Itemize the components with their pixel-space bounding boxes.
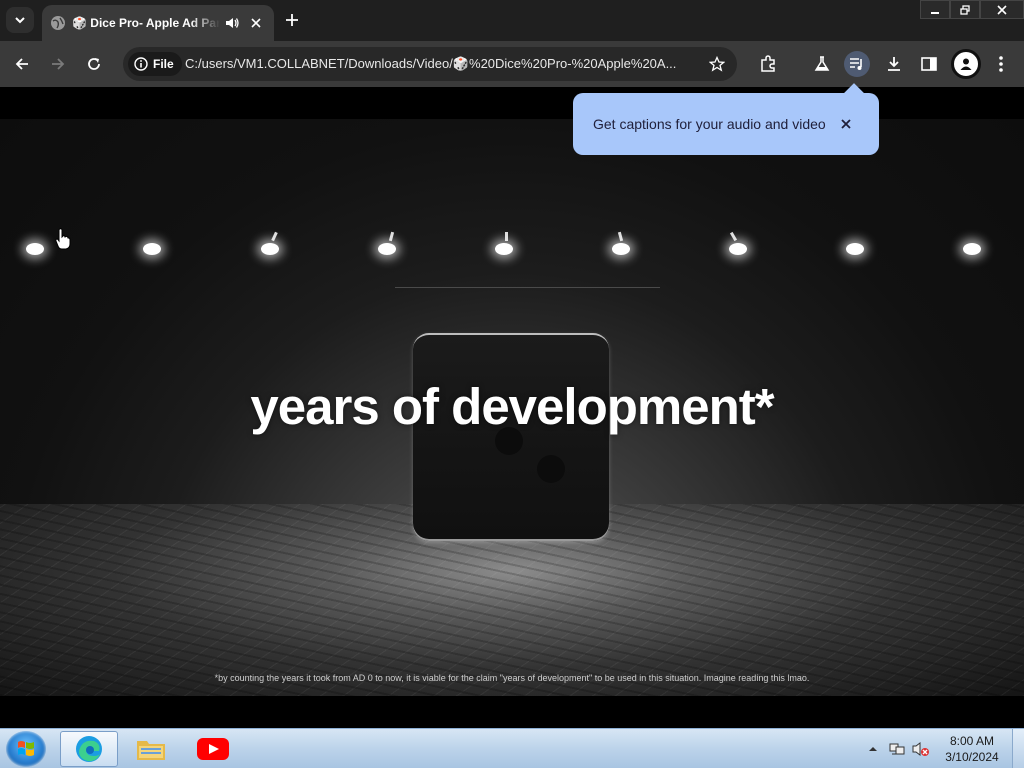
info-icon: [134, 57, 148, 71]
taskbar: 8:00 AM 3/10/2024: [0, 728, 1024, 768]
minimize-button[interactable]: [920, 0, 950, 19]
globe-icon: [51, 16, 65, 30]
taskbar-explorer[interactable]: [122, 731, 180, 767]
url-text[interactable]: C:/users/VM1.COLLABNET/Downloads/Video/🎲…: [185, 56, 697, 72]
menu-button[interactable]: [988, 51, 1014, 77]
file-label: File: [153, 57, 174, 71]
plus-icon: [286, 14, 298, 26]
reload-icon: [88, 58, 100, 70]
arrow-right-icon: [52, 58, 65, 70]
side-panel-icon: [921, 57, 937, 71]
close-icon: [841, 119, 851, 129]
light-wire: [395, 287, 660, 288]
site-info-chip[interactable]: File: [128, 52, 182, 76]
windows-logo-icon: [18, 741, 34, 756]
video-footnote: *by counting the years it took from AD 0…: [214, 673, 810, 683]
chevron-up-icon: [869, 747, 877, 751]
browser-toolbar: File C:/users/VM1.COLLABNET/Downloads/Vi…: [0, 41, 1024, 87]
close-icon: [997, 4, 1007, 15]
taskbar-youtube[interactable]: [184, 731, 242, 767]
star-icon: [709, 56, 725, 72]
profile-button[interactable]: [951, 49, 981, 79]
back-button[interactable]: [9, 51, 35, 77]
tab-close-button[interactable]: [246, 13, 266, 33]
restore-button[interactable]: [950, 0, 980, 19]
downloads-button[interactable]: [881, 51, 907, 77]
music-queue-icon: [850, 58, 862, 70]
clock-date: 3/10/2024: [945, 750, 999, 764]
browser-tab[interactable]: 🎲 Dice Pro- Apple Ad Parody: [42, 5, 274, 41]
window-controls: [920, 0, 1024, 20]
address-bar[interactable]: File C:/users/VM1.COLLABNET/Downloads/Vi…: [123, 47, 737, 81]
volume-tray-button[interactable]: [912, 740, 930, 758]
close-icon: [251, 18, 261, 28]
clock-time: 8:00 AM: [949, 734, 995, 748]
network-tray-button[interactable]: [888, 740, 906, 758]
chevron-down-icon: [15, 17, 25, 24]
system-tray: 8:00 AM 3/10/2024: [864, 729, 1024, 768]
folder-icon: [137, 741, 165, 760]
media-controls-button[interactable]: [844, 51, 870, 77]
popup-message[interactable]: Get captions for your audio and video: [593, 116, 826, 132]
puzzle-icon: [761, 55, 775, 72]
video-headline: years of development*: [250, 378, 774, 435]
video-frame: years of development* *by counting the y…: [0, 119, 1024, 696]
live-caption-popup: Get captions for your audio and video: [573, 93, 879, 155]
tab-title: 🎲 Dice Pro- Apple Ad Parody: [72, 16, 220, 30]
taskbar-edge[interactable]: [60, 731, 118, 767]
close-window-button[interactable]: [980, 0, 1024, 19]
arrow-left-icon: [15, 58, 28, 70]
more-vertical-icon: [999, 56, 1003, 72]
side-panel-button[interactable]: [916, 51, 942, 77]
tab-strip: 🎲 Dice Pro- Apple Ad Parody: [0, 0, 1024, 41]
popup-close-button[interactable]: [837, 115, 855, 133]
person-icon: [960, 58, 972, 70]
volume-muted-icon: [912, 742, 929, 756]
tab-search-button[interactable]: [6, 7, 34, 33]
labs-button[interactable]: [809, 51, 835, 77]
hand-cursor-icon: [55, 228, 71, 250]
show-desktop-button[interactable]: [1012, 729, 1024, 768]
forward-button[interactable]: [45, 51, 71, 77]
video-player[interactable]: years of development* *by counting the y…: [0, 87, 1024, 728]
clock[interactable]: 8:00 AM 3/10/2024: [936, 733, 1008, 765]
speaker-icon[interactable]: [224, 15, 240, 31]
bookmark-button[interactable]: [707, 54, 727, 74]
reload-button[interactable]: [81, 51, 107, 77]
extensions-button[interactable]: [755, 51, 781, 77]
edge-browser-icon: [76, 736, 102, 762]
dice-cube: [413, 333, 609, 541]
minimize-icon: [931, 11, 939, 14]
network-icon: [889, 743, 905, 755]
restore-icon: [960, 4, 970, 15]
new-tab-button[interactable]: [281, 9, 303, 31]
show-hidden-icons-button[interactable]: [864, 740, 882, 758]
start-button[interactable]: [6, 731, 46, 767]
download-icon: [888, 57, 900, 71]
flask-icon: [814, 56, 830, 71]
youtube-icon: [197, 738, 229, 760]
dice-pip: [537, 455, 565, 483]
